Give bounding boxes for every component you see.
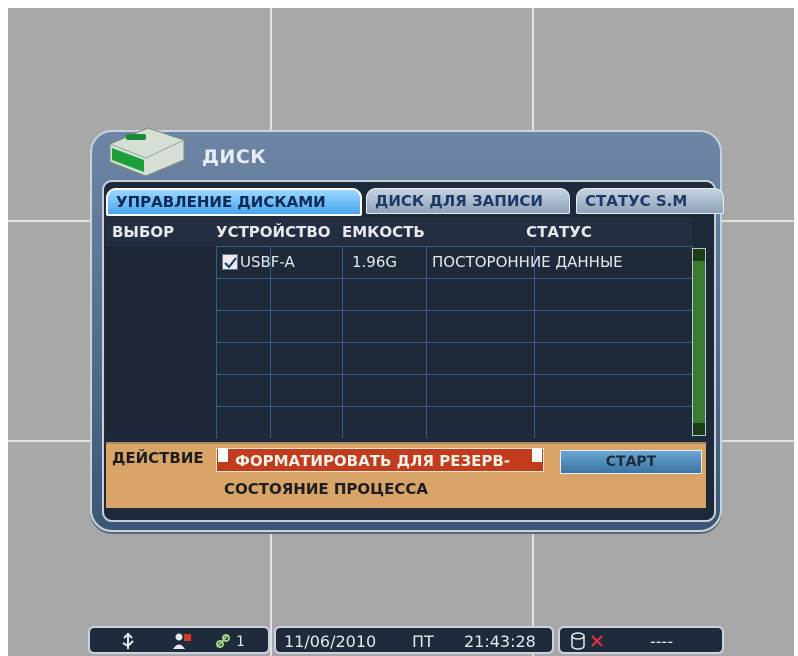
disk-table: ВЫБОР УСТРОЙСТВО ЕМКОСТЬ СТАТУС USBF-A 1…: [106, 218, 706, 438]
grid-line: [216, 310, 692, 311]
usb-icon: [122, 632, 134, 649]
database-icon: [571, 632, 585, 650]
device-capacity: 1.96G: [352, 253, 398, 271]
status-icons-segment: 1: [88, 626, 270, 654]
grid-line: [216, 278, 692, 279]
action-label: ДЕЙСТВИЕ: [112, 449, 204, 467]
process-status-label: СОСТОЯНИЕ ПРОЦЕССА: [224, 480, 428, 498]
grid-line: [216, 246, 217, 438]
datetime-segment: 11/06/2010 ПТ 21:43:28: [274, 626, 554, 654]
grid-line: [216, 342, 692, 343]
action-select[interactable]: ФОРМАТИРОВАТЬ ДЛЯ РЕЗЕРВ-: [216, 448, 544, 472]
grid-line: [216, 246, 692, 247]
grid-line: [216, 374, 692, 375]
table-scrollbar[interactable]: [692, 248, 706, 436]
scroll-down-arrow-icon[interactable]: [693, 423, 705, 435]
select-left-arrow-icon[interactable]: [218, 448, 228, 462]
tab-smart-status[interactable]: СТАТУС S.M: [576, 188, 724, 214]
channel-count: 1: [236, 634, 245, 650]
header-capacity: ЕМКОСТЬ: [342, 223, 425, 241]
network-icon: [216, 634, 230, 648]
select-column: [106, 218, 217, 438]
time-text: 21:43:28: [464, 632, 536, 651]
tab-recording-disk[interactable]: ДИСК ДЛЯ ЗАПИСИ: [366, 188, 570, 214]
tab-disk-management[interactable]: УПРАВЛЕНИЕ ДИСКАМИ: [106, 188, 362, 216]
grid-line: [342, 246, 343, 438]
storage-status-text: ----: [650, 632, 674, 651]
select-right-arrow-icon[interactable]: [532, 448, 542, 462]
weekday-text: ПТ: [412, 632, 434, 651]
row-select-checkbox[interactable]: [222, 254, 238, 270]
header-status: СТАТУС: [526, 223, 592, 241]
start-button[interactable]: СТАРТ: [560, 450, 702, 474]
header-select: ВЫБОР: [112, 223, 175, 241]
action-panel: ДЕЙСТВИЕ ФОРМАТИРОВАТЬ ДЛЯ РЕЗЕРВ- СТАРТ…: [106, 442, 706, 508]
disk-dialog: ДИСК УПРАВЛЕНИЕ ДИСКАМИ ДИСК ДЛЯ ЗАПИСИ …: [90, 127, 724, 532]
dialog-title: ДИСК: [202, 146, 267, 168]
table-header: ВЫБОР УСТРОЙСТВО ЕМКОСТЬ СТАТУС: [106, 218, 692, 246]
status-bar: 1 11/06/2010 ПТ 21:43:28 ----: [88, 626, 724, 654]
date-text: 11/06/2010: [284, 632, 377, 651]
storage-segment: ----: [558, 626, 724, 654]
device-status: ПОСТОРОННИЕ ДАННЫЕ: [432, 253, 623, 271]
disk-drive-icon: [109, 127, 185, 177]
user-icon: [173, 633, 191, 649]
checkmark-icon: [224, 257, 237, 269]
grid-line: [426, 246, 427, 438]
device-name: USBF-A: [240, 253, 295, 271]
header-device: УСТРОЙСТВО: [216, 223, 331, 241]
error-x-icon: [591, 635, 603, 647]
grid-line: [216, 406, 692, 407]
scroll-up-arrow-icon[interactable]: [693, 249, 705, 261]
